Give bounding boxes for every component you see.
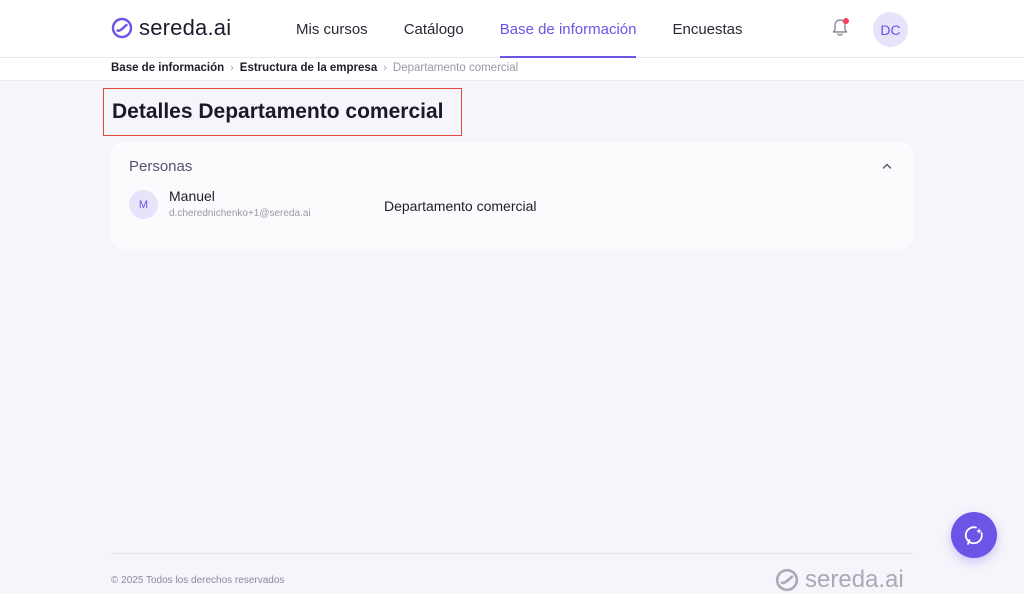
footer-copyright: © 2025 Todos los derechos reservados <box>111 575 285 586</box>
chevron-right-icon: › <box>230 62 234 74</box>
ai-assistant-button[interactable] <box>951 512 997 558</box>
brand-logo[interactable]: sereda.ai <box>111 15 232 40</box>
notification-dot <box>843 18 849 24</box>
breadcrumb-item-base-de-informacion[interactable]: Base de información <box>111 62 224 74</box>
top-navigation-bar: sereda.ai Mis cursos Catálogo Base de in… <box>0 0 1024 58</box>
nav-base-de-informacion[interactable]: Base de información <box>482 0 655 58</box>
breadcrumb-item-estructura[interactable]: Estructura de la empresa <box>240 62 377 74</box>
chevron-up-icon[interactable] <box>881 160 893 172</box>
footer-logo: sereda.ai <box>775 566 904 594</box>
brand-name: sereda.ai <box>139 15 232 40</box>
sereda-logo-icon <box>111 17 133 39</box>
user-avatar[interactable]: DC <box>873 12 908 47</box>
person-name: Manuel <box>169 188 215 204</box>
breadcrumb: Base de información › Estructura de la e… <box>111 62 518 74</box>
people-section-title: Personas <box>129 158 193 175</box>
breadcrumb-item-current: Departamento comercial <box>392 62 519 74</box>
person-avatar: M <box>129 190 158 219</box>
person-row[interactable]: M Manuel d.cherednichenko+1@sereda.ai De… <box>129 188 889 224</box>
nav-encuestas[interactable]: Encuestas <box>654 0 760 58</box>
main-nav: Mis cursos Catálogo Base de información … <box>278 0 761 58</box>
ai-sparkle-icon <box>964 526 983 545</box>
nav-mis-cursos[interactable]: Mis cursos <box>278 0 386 58</box>
nav-catalogo[interactable]: Catálogo <box>386 0 482 58</box>
footer-divider <box>111 553 913 554</box>
chevron-right-icon: › <box>383 62 387 74</box>
footer-logo-text: sereda.ai <box>805 566 904 593</box>
page-title-container: Detalles Departamento comercial <box>103 88 462 136</box>
page-title: Detalles Departamento comercial <box>112 100 444 123</box>
sereda-logo-icon <box>775 568 799 592</box>
person-department: Departamento comercial <box>384 198 537 214</box>
people-card: Personas M Manuel d.cherednichenko+1@ser… <box>111 142 913 249</box>
person-email: d.cherednichenko+1@sereda.ai <box>169 208 311 219</box>
breadcrumb-bar: Base de información › Estructura de la e… <box>0 58 1024 81</box>
